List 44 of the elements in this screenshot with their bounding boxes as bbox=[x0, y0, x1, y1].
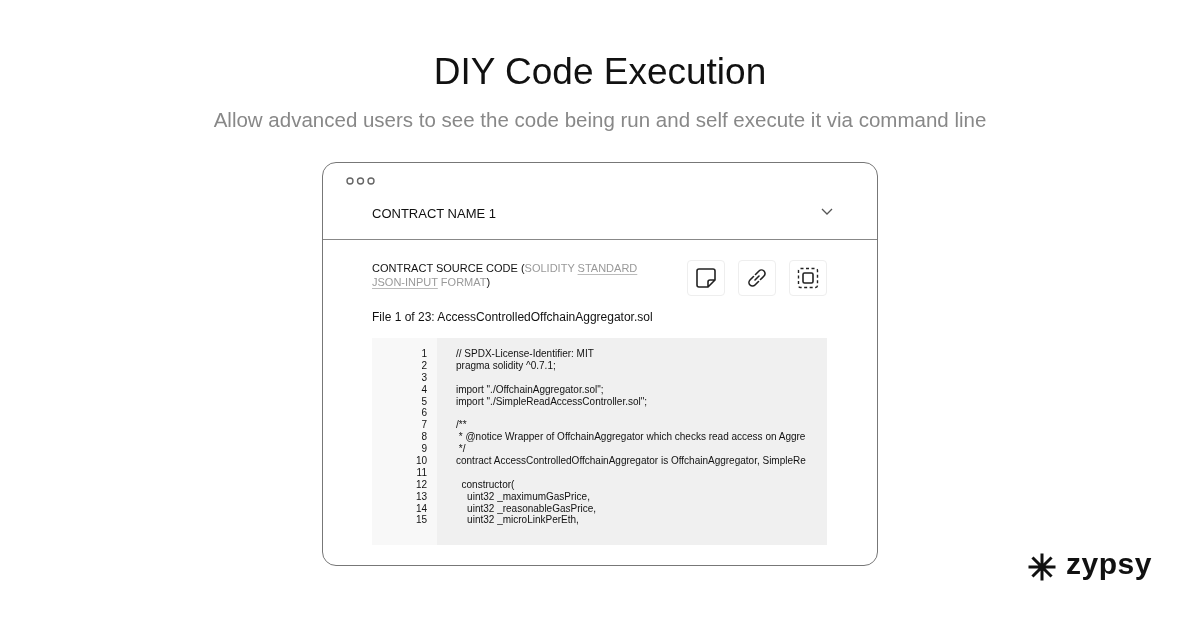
line-number: 3 bbox=[421, 371, 427, 383]
line-number: 9 bbox=[421, 443, 427, 455]
line-number: 10 bbox=[415, 455, 427, 466]
contract-name: CONTRACT NAME 1 bbox=[372, 204, 496, 221]
line-number: 12 bbox=[415, 478, 427, 490]
line-number: 2 bbox=[421, 359, 427, 371]
code-line: uint32 _microLinkPerEth, bbox=[466, 514, 579, 526]
code-line: constructor( bbox=[460, 478, 515, 490]
file-label: File 1 of 23: AccessControlledOffchainAggregator.sol bbox=[372, 310, 654, 324]
line-number: 7 bbox=[421, 419, 427, 431]
line-number: 1 bbox=[421, 348, 427, 359]
code-line: // SPDX-License-Identifier: MIT bbox=[456, 348, 594, 359]
line-number: 11 bbox=[416, 466, 427, 478]
asterisk-logo-icon bbox=[1028, 553, 1056, 581]
line-number: 13 bbox=[415, 490, 427, 502]
code-line: contract AccessControlledOffchainAggregator is OffchainAggregator, SimpleRe bbox=[456, 455, 806, 466]
code-line: */ bbox=[457, 443, 466, 455]
code-line: import "./SimpleReadAccessController.sol"; bbox=[456, 395, 648, 407]
line-number: 4 bbox=[421, 383, 427, 395]
line-number: 14 bbox=[415, 502, 427, 514]
sticky-note-icon bbox=[695, 267, 717, 289]
page-title: DIY Code Execution bbox=[433, 50, 767, 94]
code-line: pragma solidity ^0.7.1; bbox=[456, 359, 556, 371]
page-subtitle: Allow advanced users to see the code being run and self execute it via command line bbox=[213, 108, 987, 132]
note-button[interactable] bbox=[687, 260, 725, 296]
format-link[interactable]: STANDARD bbox=[577, 262, 638, 274]
link-button[interactable] bbox=[738, 260, 776, 296]
code-line: * @notice Wrapper of OffchainAggregator which checks read access on Aggre bbox=[457, 431, 806, 443]
code-line: uint32 _reasonableGasPrice, bbox=[466, 502, 597, 514]
window-dots-icon bbox=[346, 177, 375, 185]
line-number: 5 bbox=[421, 395, 427, 407]
code-line: /** bbox=[456, 419, 467, 431]
chevron-down-icon[interactable] bbox=[821, 207, 833, 215]
line-number: 6 bbox=[421, 407, 427, 419]
link-icon bbox=[745, 268, 769, 288]
line-number: 15 bbox=[415, 514, 427, 526]
brand-name: zypsy bbox=[1066, 548, 1152, 580]
dashed-square-icon bbox=[797, 267, 819, 289]
format-link[interactable]: JSON-INPUT bbox=[372, 276, 438, 288]
source-code-heading: CONTRACT SOURCE CODE (SOLIDITY STANDARD JSON-INPUT FORMAT) bbox=[372, 261, 639, 289]
fullscreen-button[interactable] bbox=[789, 260, 827, 296]
code-line: import "./OffchainAggregator.sol"; bbox=[456, 383, 604, 395]
line-number: 8 bbox=[421, 431, 427, 443]
code-line: uint32 _maximumGasPrice, bbox=[466, 490, 590, 502]
